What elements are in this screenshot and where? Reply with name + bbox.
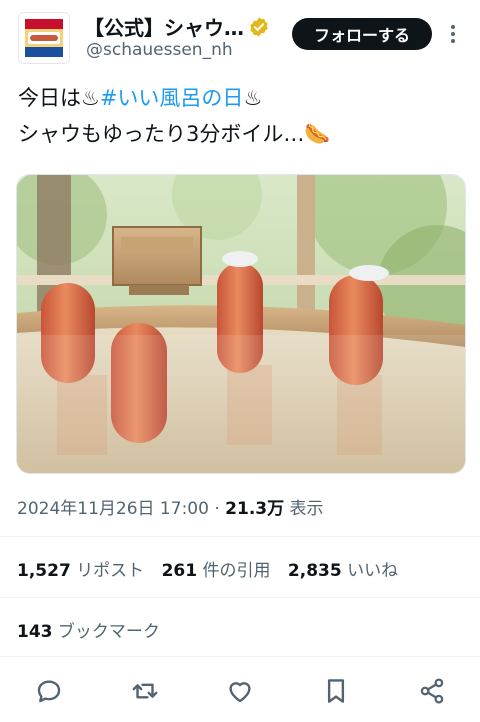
tweet-meta: 2024年11月26日 17:00 · 21.3万 表示 bbox=[17, 494, 324, 519]
bookmarks-label: ブックマーク bbox=[57, 622, 160, 642]
bookmarks-stat[interactable]: 143 ブックマーク bbox=[17, 617, 160, 642]
reposts-count: 1,527 bbox=[17, 561, 71, 581]
likes-count: 2,835 bbox=[287, 561, 342, 581]
verified-badge-icon bbox=[250, 16, 268, 37]
tweet-text-prefix: 今日は♨ bbox=[18, 86, 100, 110]
meta-separator: · bbox=[208, 499, 226, 519]
name-row: 【公式】シャウ… bbox=[84, 12, 270, 41]
engagement-stats: 1,527 リポスト 261 件の引用 2,835 いいね bbox=[17, 556, 410, 581]
bath-sausages-illustration bbox=[17, 175, 465, 473]
quotes-stat[interactable]: 261 件の引用 bbox=[162, 556, 271, 581]
bookmark-icon[interactable] bbox=[321, 676, 351, 706]
quotes-count: 261 bbox=[161, 561, 198, 581]
tweet-header: 【公式】シャウ… @schauessen_nh フォローする bbox=[0, 0, 480, 70]
divider bbox=[0, 597, 480, 598]
views-count[interactable]: 21.3万 bbox=[225, 499, 284, 519]
avatar[interactable] bbox=[18, 12, 70, 64]
action-bar bbox=[0, 670, 480, 712]
reply-icon[interactable] bbox=[34, 676, 64, 706]
divider bbox=[0, 536, 480, 537]
account-handle[interactable]: @schauessen_nh bbox=[86, 40, 233, 60]
follow-button[interactable]: フォローする bbox=[292, 18, 432, 50]
likes-stat[interactable]: 2,835 いいね bbox=[288, 556, 398, 581]
repost-icon[interactable] bbox=[130, 676, 160, 706]
like-icon[interactable] bbox=[225, 676, 255, 706]
views-label: 表示 bbox=[284, 499, 324, 519]
tweet-text: 今日は♨#いい風呂の日♨ シャウもゆったり3分ボイル…🌭 bbox=[18, 80, 468, 152]
reposts-stat[interactable]: 1,527 リポスト bbox=[17, 556, 144, 581]
reposts-label: リポスト bbox=[76, 561, 145, 581]
quotes-label: 件の引用 bbox=[202, 561, 271, 581]
tweet-line-1: 今日は♨#いい風呂の日♨ bbox=[18, 80, 468, 116]
tweet-text-suffix: ♨ bbox=[243, 86, 263, 110]
display-name[interactable]: 【公式】シャウ… bbox=[84, 12, 244, 41]
tweet-image[interactable] bbox=[16, 174, 466, 474]
tweet-line-2: シャウもゆったり3分ボイル…🌭 bbox=[18, 122, 331, 146]
likes-label: いいね bbox=[347, 561, 399, 581]
tweet-datetime[interactable]: 2024年11月26日 17:00 bbox=[17, 499, 209, 519]
share-icon[interactable] bbox=[417, 676, 447, 706]
hashtag-link[interactable]: #いい風呂の日 bbox=[100, 86, 244, 110]
bookmarks-count: 143 bbox=[17, 622, 53, 642]
more-options-icon[interactable] bbox=[445, 22, 461, 46]
divider bbox=[0, 656, 480, 657]
